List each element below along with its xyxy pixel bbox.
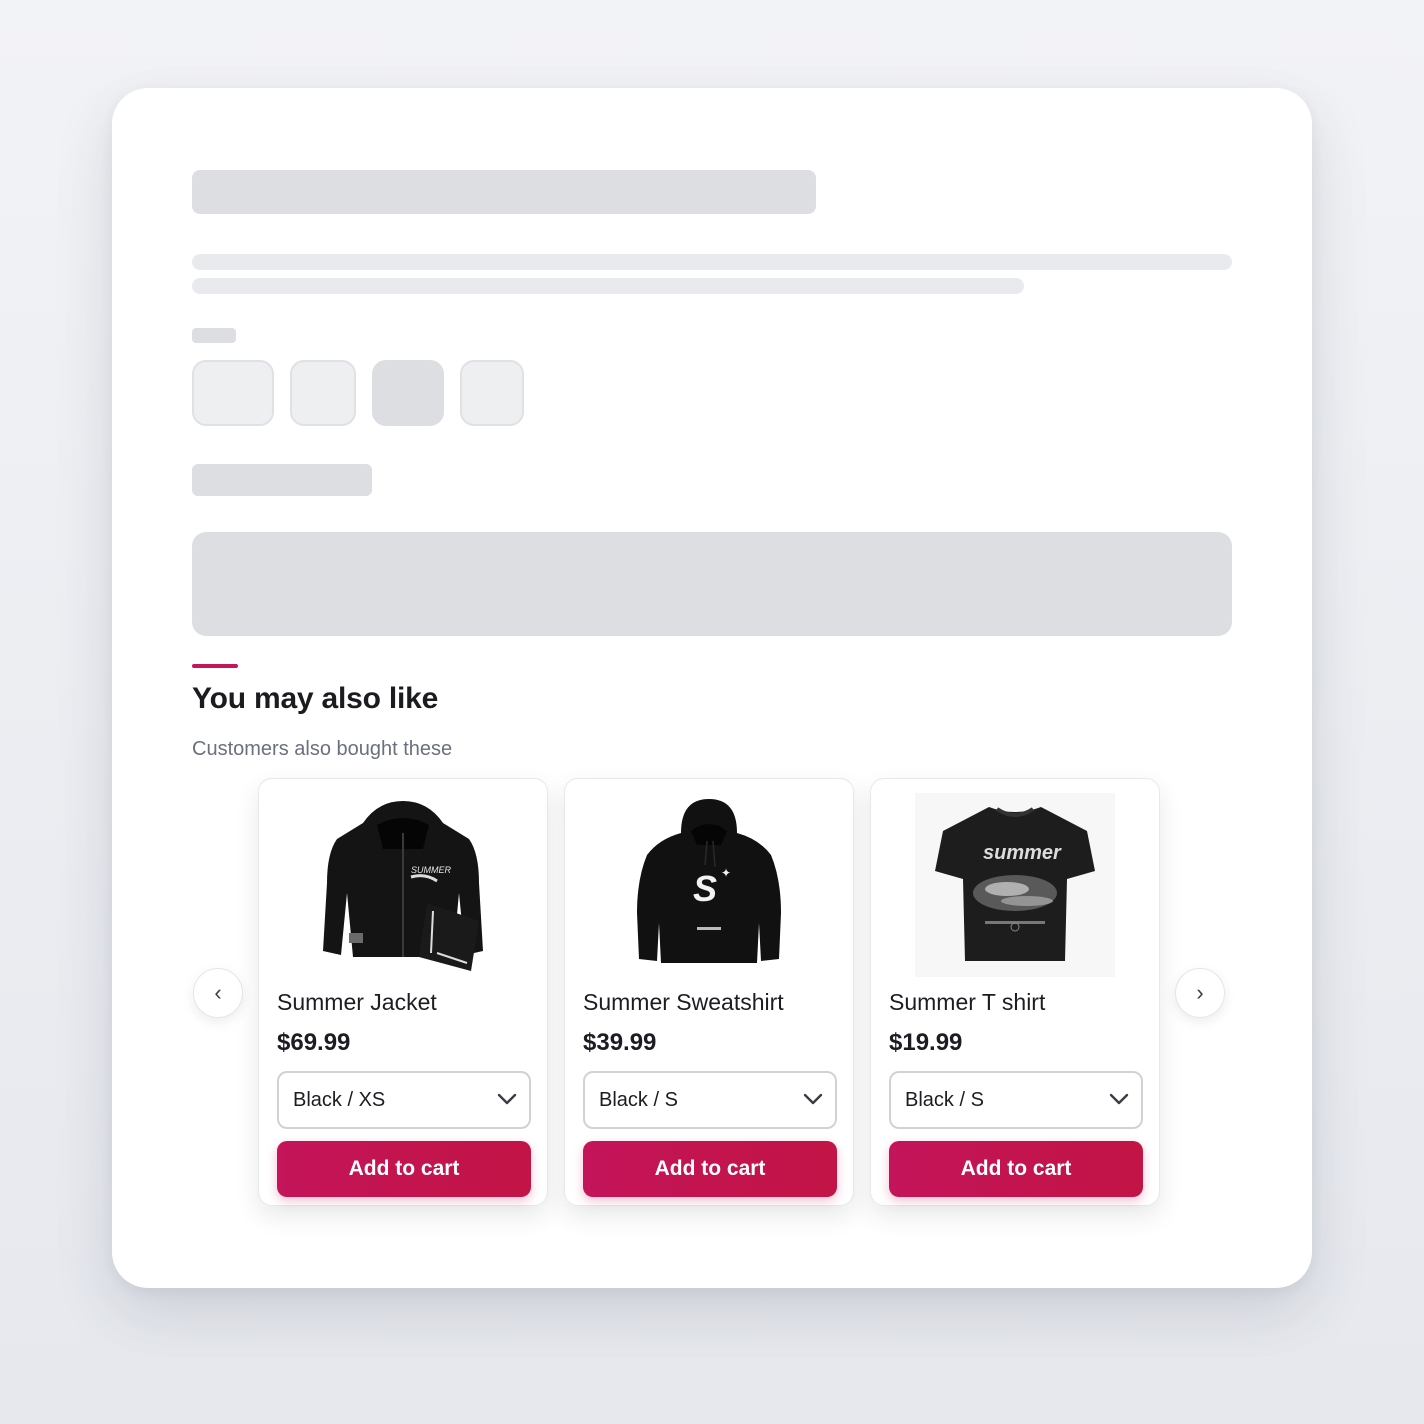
jacket-logo-text: SUMMER <box>411 865 451 875</box>
hoodie-image[interactable]: S ✦ <box>609 793 809 977</box>
skeleton-title <box>192 170 816 214</box>
add-to-cart-button[interactable]: Add to cart <box>277 1141 531 1197</box>
product-price: $19.99 <box>889 1029 963 1056</box>
product-name[interactable]: Summer T shirt <box>889 989 1045 1016</box>
product-name[interactable]: Summer Sweatshirt <box>583 989 784 1016</box>
variant-value: Black / S <box>599 1088 678 1111</box>
chevron-left-icon: ‹ <box>214 980 222 1005</box>
variant-select[interactable]: Black / XS <box>277 1071 531 1129</box>
skeleton-option-chip <box>290 360 356 426</box>
product-card[interactable]: SUMMER Summer Jacket $69.99 Black / XS A… <box>258 778 548 1206</box>
product-card[interactable]: S ✦ Summer Sweatshirt $39.99 Black / S A… <box>564 778 854 1206</box>
chevron-right-icon: › <box>1196 980 1204 1005</box>
skeleton-option-chip-selected <box>372 360 444 426</box>
add-to-cart-button[interactable]: Add to cart <box>889 1141 1143 1197</box>
tshirt-logo-text: summer <box>983 842 1062 864</box>
tshirt-image[interactable]: summer <box>915 793 1115 977</box>
product-price: $39.99 <box>583 1029 657 1056</box>
skeleton-option-chip <box>192 360 274 426</box>
chevron-down-icon <box>1109 1093 1129 1105</box>
recommendations-title: You may also like <box>192 682 439 715</box>
product-price: $69.99 <box>277 1029 351 1056</box>
chevron-down-icon <box>803 1093 823 1105</box>
variant-value: Black / XS <box>293 1088 386 1111</box>
carousel-prev-button[interactable]: ‹ <box>193 968 243 1018</box>
carousel-next-button[interactable]: › <box>1175 968 1225 1018</box>
skeleton-buy-button <box>192 532 1232 636</box>
section-accent-bar <box>192 664 238 668</box>
product-name[interactable]: Summer Jacket <box>277 989 437 1016</box>
hoodie-logo-text: S <box>693 868 717 909</box>
product-card[interactable]: summer Summer T shirt $19.99 Black / S A… <box>870 778 1160 1206</box>
recommendations-subtitle: Customers also bought these <box>192 738 453 760</box>
skeleton-option-chip <box>460 360 524 426</box>
skeleton-option-label <box>192 328 236 343</box>
jacket-image[interactable]: SUMMER <box>303 793 503 977</box>
skeleton-text-line <box>192 278 1024 294</box>
star-icon: ✦ <box>721 866 731 880</box>
variant-select[interactable]: Black / S <box>889 1071 1143 1129</box>
add-to-cart-button[interactable]: Add to cart <box>583 1141 837 1197</box>
skeleton-text-line <box>192 254 1232 270</box>
product-page-card: You may also like Customers also bought … <box>112 88 1312 1288</box>
chevron-down-icon <box>497 1093 517 1105</box>
variant-select[interactable]: Black / S <box>583 1071 837 1129</box>
skeleton-price <box>192 464 372 496</box>
variant-value: Black / S <box>905 1088 984 1111</box>
